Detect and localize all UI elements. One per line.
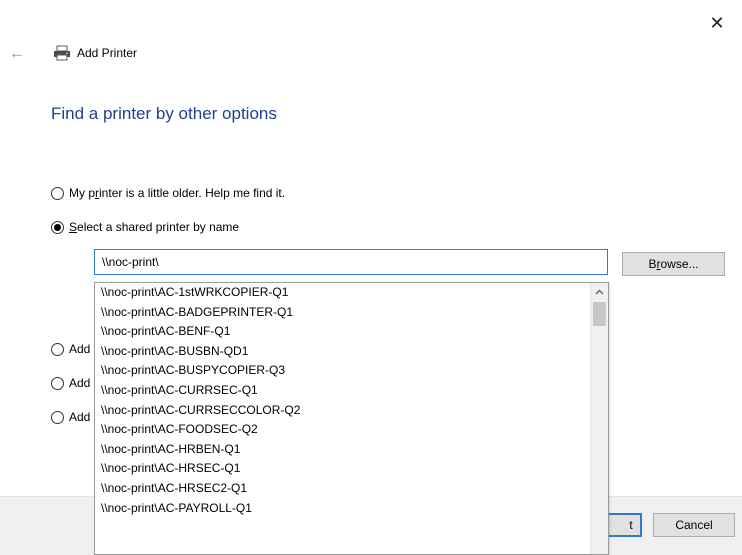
radio-add-2[interactable] (51, 376, 64, 390)
option-add-3[interactable]: Add (51, 410, 90, 424)
back-arrow-icon: ← (9, 45, 25, 62)
radio-add-1[interactable] (51, 342, 64, 356)
scroll-thumb[interactable] (593, 302, 606, 326)
printer-suggestion[interactable]: \\noc-print\AC-CURRSECCOLOR-Q2 (95, 401, 590, 421)
radio-add-3[interactable] (51, 410, 64, 424)
printer-suggestion[interactable]: \\noc-print\AC-BENF-Q1 (95, 322, 590, 342)
printer-suggestions-list: \\noc-print\AC-1stWRKCOPIER-Q1 \\noc-pri… (95, 283, 590, 518)
printer-suggestion[interactable]: \\noc-print\AC-HRBEN-Q1 (95, 440, 590, 460)
option-add-2-label: Add (69, 376, 91, 390)
option-shared-printer[interactable]: Select a shared printer by name (51, 220, 239, 234)
page-heading: Find a printer by other options (51, 104, 277, 123)
browse-button-label: Browse... (648, 257, 699, 271)
printer-suggestion[interactable]: \\noc-print\AC-PAYROLL-Q1 (95, 499, 590, 519)
radio-shared-printer[interactable] (51, 220, 64, 234)
option-add-2[interactable]: Add (51, 376, 90, 390)
cancel-button[interactable]: Cancel (653, 513, 735, 537)
printer-suggestion[interactable]: \\noc-print\AC-BUSPYCOPIER-Q3 (95, 361, 590, 381)
option-add-1[interactable]: Add (51, 342, 90, 356)
shared-printer-name-value: \\noc-print\ (102, 255, 159, 269)
scroll-up-button[interactable] (591, 283, 608, 300)
cancel-button-label: Cancel (675, 518, 713, 532)
option-shared-printer-label: Select a shared printer by name (69, 220, 240, 234)
browse-button[interactable]: Browse... (622, 252, 725, 276)
next-button-label: t (629, 518, 633, 532)
option-older-printer[interactable]: My printer is a little older. Help me fi… (51, 186, 285, 200)
option-add-3-label: Add (69, 410, 91, 424)
printer-suggestion[interactable]: \\noc-print\AC-CURRSEC-Q1 (95, 381, 590, 401)
printer-suggestion[interactable]: \\noc-print\AC-1stWRKCOPIER-Q1 (95, 283, 590, 303)
option-older-printer-label: My printer is a little older. Help me fi… (69, 186, 286, 200)
printer-suggestions-dropdown: \\noc-print\AC-1stWRKCOPIER-Q1 \\noc-pri… (94, 282, 609, 555)
close-button[interactable]: ✕ (704, 12, 730, 34)
printer-suggestion[interactable]: \\noc-print\AC-BADGEPRINTER-Q1 (95, 303, 590, 323)
window-title: Add Printer (77, 46, 138, 60)
shared-printer-name-input[interactable]: \\noc-print\ (94, 249, 608, 275)
printer-suggestion[interactable]: \\noc-print\AC-HRSEC-Q1 (95, 459, 590, 479)
chevron-up-icon (595, 289, 604, 294)
option-add-1-label: Add (69, 342, 91, 356)
dropdown-scrollbar[interactable] (590, 283, 608, 554)
printer-suggestion[interactable]: \\noc-print\AC-BUSBN-QD1 (95, 342, 590, 362)
back-button[interactable]: ← (5, 44, 29, 64)
printer-suggestion[interactable]: \\noc-print\AC-FOODSEC-Q2 (95, 420, 590, 440)
printer-suggestion[interactable]: \\noc-print\AC-HRSEC2-Q1 (95, 479, 590, 499)
add-printer-window: ✕ ← Add Printer Find a printer by other … (0, 0, 742, 555)
close-icon: ✕ (709, 12, 725, 33)
printer-icon (54, 45, 70, 61)
radio-older-printer[interactable] (51, 186, 64, 200)
